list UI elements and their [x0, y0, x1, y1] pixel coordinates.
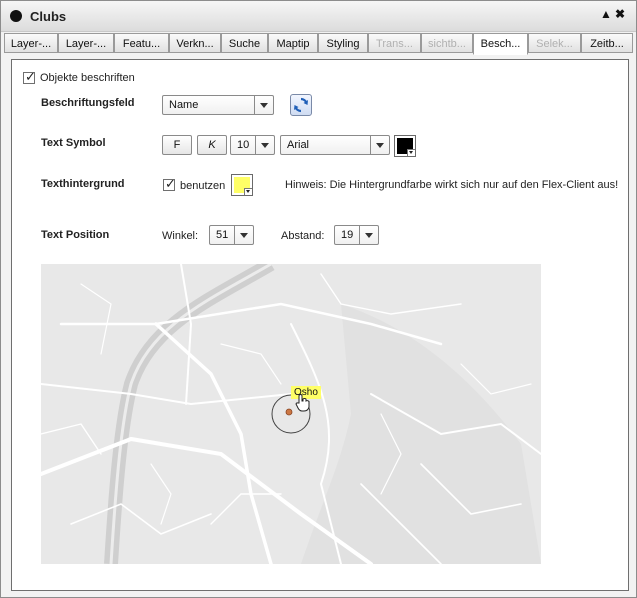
tab-styling[interactable]: Styling	[318, 33, 368, 53]
tab-selektion: Selek...	[528, 33, 581, 53]
clubs-window: Clubs ▲ ✖ Layer-... Layer-... Featu... V…	[0, 0, 637, 598]
font-size-select[interactable]: 10	[230, 135, 275, 155]
chevron-down-icon	[234, 226, 253, 244]
objekte-beschriften-label: Objekte beschriften	[40, 72, 135, 84]
refresh-button[interactable]	[290, 94, 312, 116]
text-position-label: Text Position	[41, 229, 110, 241]
tab-layer-1[interactable]: Layer-...	[4, 33, 58, 53]
texthintergrund-label: Texthintergrund	[41, 178, 125, 190]
winkel-label: Winkel:	[162, 230, 199, 242]
bold-button[interactable]: F	[162, 135, 192, 155]
tab-features[interactable]: Featu...	[114, 33, 169, 53]
map-streets	[41, 264, 541, 564]
tab-layer-2[interactable]: Layer-...	[58, 33, 114, 53]
beschriftungsfeld-value: Name	[169, 99, 199, 111]
title-bar: Clubs ▲ ✖	[1, 1, 636, 32]
close-icon[interactable]: ✖	[615, 7, 625, 21]
benutzen-label: benutzen	[180, 180, 226, 192]
winkel-select[interactable]: 51	[209, 225, 254, 245]
chevron-down-icon	[244, 188, 252, 195]
refresh-icon	[294, 97, 308, 113]
text-symbol-label: Text Symbol	[41, 137, 106, 149]
beschriftungsfeld-select[interactable]: Name	[162, 95, 274, 115]
tab-beschriftung[interactable]: Besch...	[473, 33, 528, 55]
font-size-value: 10	[237, 139, 250, 151]
window-dot-icon	[10, 10, 22, 22]
checkmark-icon: ✓	[165, 176, 176, 191]
tab-transparenz: Trans...	[368, 33, 421, 53]
italic-button[interactable]: K	[197, 135, 227, 155]
tab-sichtbarkeit: sichtb...	[421, 33, 473, 53]
text-color-picker[interactable]	[394, 135, 416, 157]
checkmark-icon: ✓	[25, 69, 36, 84]
winkel-value: 51	[216, 229, 229, 241]
beschriftungsfeld-label: Beschriftungsfeld	[41, 97, 135, 109]
tab-maptip[interactable]: Maptip	[268, 33, 318, 53]
beschriftung-panel: ✓ Objekte beschriften Beschriftungsfeld …	[11, 59, 629, 591]
font-family-value: Arial	[287, 139, 310, 151]
tab-zeitbezug[interactable]: Zeitb...	[581, 33, 633, 53]
abstand-value: 19	[341, 229, 354, 241]
label-preview-map[interactable]	[41, 264, 541, 564]
background-color-picker[interactable]	[231, 174, 253, 196]
window-title: Clubs	[30, 9, 67, 24]
collapse-icon[interactable]: ▲	[600, 7, 612, 21]
tab-suche[interactable]: Suche	[221, 33, 268, 53]
abstand-select[interactable]: 19	[334, 225, 379, 245]
hand-cursor-icon	[295, 394, 310, 412]
font-family-select[interactable]: Arial	[280, 135, 390, 155]
flex-client-hint: Hinweis: Die Hintergrundfarbe wirkt sich…	[285, 179, 619, 191]
chevron-down-icon	[255, 136, 274, 154]
tab-bar: Layer-... Layer-... Featu... Verkn... Su…	[4, 33, 634, 55]
chevron-down-icon	[407, 149, 415, 156]
tab-verknuepfung[interactable]: Verkn...	[169, 33, 221, 53]
chevron-down-icon	[254, 96, 273, 114]
hintergrund-benutzen-checkbox[interactable]: ✓	[163, 176, 176, 191]
chevron-down-icon	[359, 226, 378, 244]
abstand-label: Abstand:	[281, 230, 325, 242]
objekte-beschriften-checkbox[interactable]: ✓	[23, 69, 36, 84]
chevron-down-icon	[370, 136, 389, 154]
